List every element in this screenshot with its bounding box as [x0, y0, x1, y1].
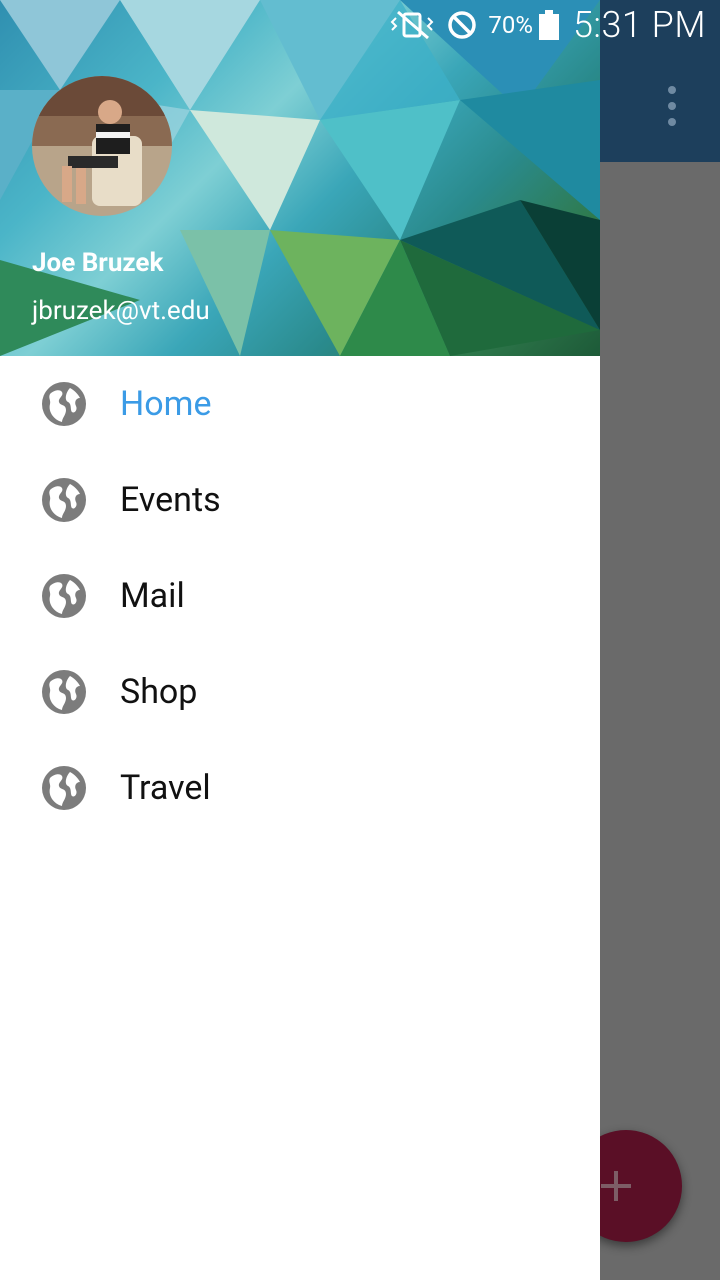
- drawer-item-label: Travel: [120, 768, 211, 808]
- globe-icon: [42, 574, 86, 618]
- drawer-item-label: Mail: [120, 576, 185, 616]
- drawer-item-label: Events: [120, 480, 221, 520]
- more-vert-icon[interactable]: [660, 86, 684, 126]
- drawer-item-home[interactable]: Home: [0, 356, 600, 452]
- globe-icon: [42, 766, 86, 810]
- do-not-disturb-icon: [446, 9, 478, 41]
- battery-icon: [538, 10, 559, 40]
- navigation-drawer: Joe Bruzek jbruzek@vt.edu Home Events Ma…: [0, 0, 600, 1280]
- plus-icon: [601, 1171, 631, 1201]
- drawer-item-shop[interactable]: Shop: [0, 644, 600, 740]
- drawer-item-events[interactable]: Events: [0, 452, 600, 548]
- drawer-menu: Home Events Mail Shop Travel: [0, 356, 600, 836]
- status-bar: 70% 5:31 PM: [0, 0, 720, 50]
- drawer-item-label: Shop: [120, 672, 198, 712]
- battery-percent: 70%: [488, 11, 533, 39]
- drawer-header: Joe Bruzek jbruzek@vt.edu: [0, 0, 600, 356]
- globe-icon: [42, 382, 86, 426]
- avatar[interactable]: [32, 76, 172, 216]
- globe-icon: [42, 478, 86, 522]
- globe-icon: [42, 670, 86, 714]
- vibrate-mute-icon: [390, 10, 436, 40]
- drawer-item-label: Home: [120, 384, 212, 424]
- clock: 5:31 PM: [572, 4, 706, 46]
- drawer-item-travel[interactable]: Travel: [0, 740, 600, 836]
- user-name: Joe Bruzek: [32, 248, 164, 278]
- drawer-item-mail[interactable]: Mail: [0, 548, 600, 644]
- user-email: jbruzek@vt.edu: [32, 296, 210, 326]
